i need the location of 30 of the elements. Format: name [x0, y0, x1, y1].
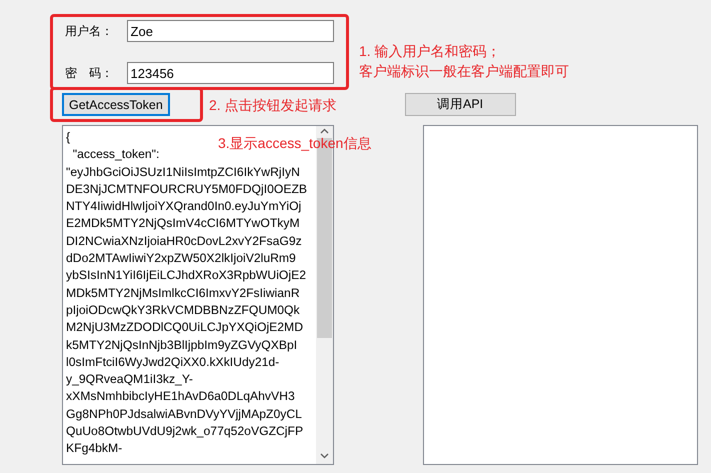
- annotation-text: 1. 输入用户名和密码； 客户端标识一般在客户端配置即可: [359, 42, 569, 81]
- token-text-line: "eyJhbGciOiJSUzI1NiIsImtpZCI6IkYwRjIyN: [66, 164, 300, 181]
- input-field[interactable]: 123456: [126, 62, 334, 84]
- token-text-line: DI2NCwiaXNzIjoiaHR0cDovL2xvY2FsaG9z: [66, 232, 302, 250]
- token-text-line: QuUo8OtwbUVdU9j2wk_o77q52oVGZCjFP: [66, 423, 304, 440]
- input-field[interactable]: Zoe: [126, 20, 334, 42]
- get-access-token-button[interactable]: GetAccessToken: [62, 93, 170, 116]
- scroll-down-icon: [320, 453, 329, 459]
- token-text-line: "access_token":: [72, 146, 160, 164]
- token-text-line: DE3NjJCMTNFOURCRUY5M0FDQjI0OEZB: [66, 180, 308, 198]
- annotation-text: 2. 点击按钮发起请求: [209, 96, 337, 114]
- token-text-line: k5MTY2NjQsInNjb3BlIjpbIm9yZGVyQXBpI: [66, 336, 298, 354]
- token-text-line: xXMsNmhbibcIyHE1hAvD6a0DLqAhvVH3: [66, 388, 295, 406]
- token-text-line: Gg8NPh0PJdsalwiABvnDVyYVjjMApZ0yCL: [66, 406, 302, 423]
- field-label: 密 码：: [65, 64, 114, 82]
- token-text-line: E2MDk5MTY2NjQsImV4cCI6MTYwOTkyM: [66, 215, 300, 232]
- result-text-box[interactable]: [423, 125, 698, 465]
- token-text-line: ybSIsInN1YiI6IjEiLCJhdXRoX3RpbWUiOjE2: [66, 267, 306, 284]
- token-text-line: M2NjU3MzZDODlCQ0UiLCJpYXQiOjE2MD: [66, 319, 304, 336]
- token-text-line: NTY4IiwidHlwIjoiYXQrand0In0.eyJuYmYiOj: [66, 198, 302, 216]
- call-api-button[interactable]: 调用API: [404, 93, 516, 116]
- token-text-line: l0sImFtciI6WyJwd2QiXX0.kXkIUdy21d-: [66, 354, 280, 371]
- field-label: 用户名：: [65, 22, 114, 40]
- token-text-line: MDk5MTY2NjMsImlkcCI6ImxvY2FsIiwianR: [66, 284, 300, 302]
- token-text-line: y_9QRveaQM1iI3kz_Y-: [66, 371, 193, 388]
- token-text-line: dDo2MTAwIiwiY2xpZW50X2lkIjoiV2luRm9: [66, 250, 296, 268]
- token-text-line: pIjoiODcwQkY3RkVCMDBBNzZFQUM0Qk: [66, 302, 300, 319]
- scroll-up-icon: [320, 128, 329, 134]
- token-text-line: {: [66, 129, 70, 146]
- token-text-line: KFg4bkM-: [66, 440, 122, 458]
